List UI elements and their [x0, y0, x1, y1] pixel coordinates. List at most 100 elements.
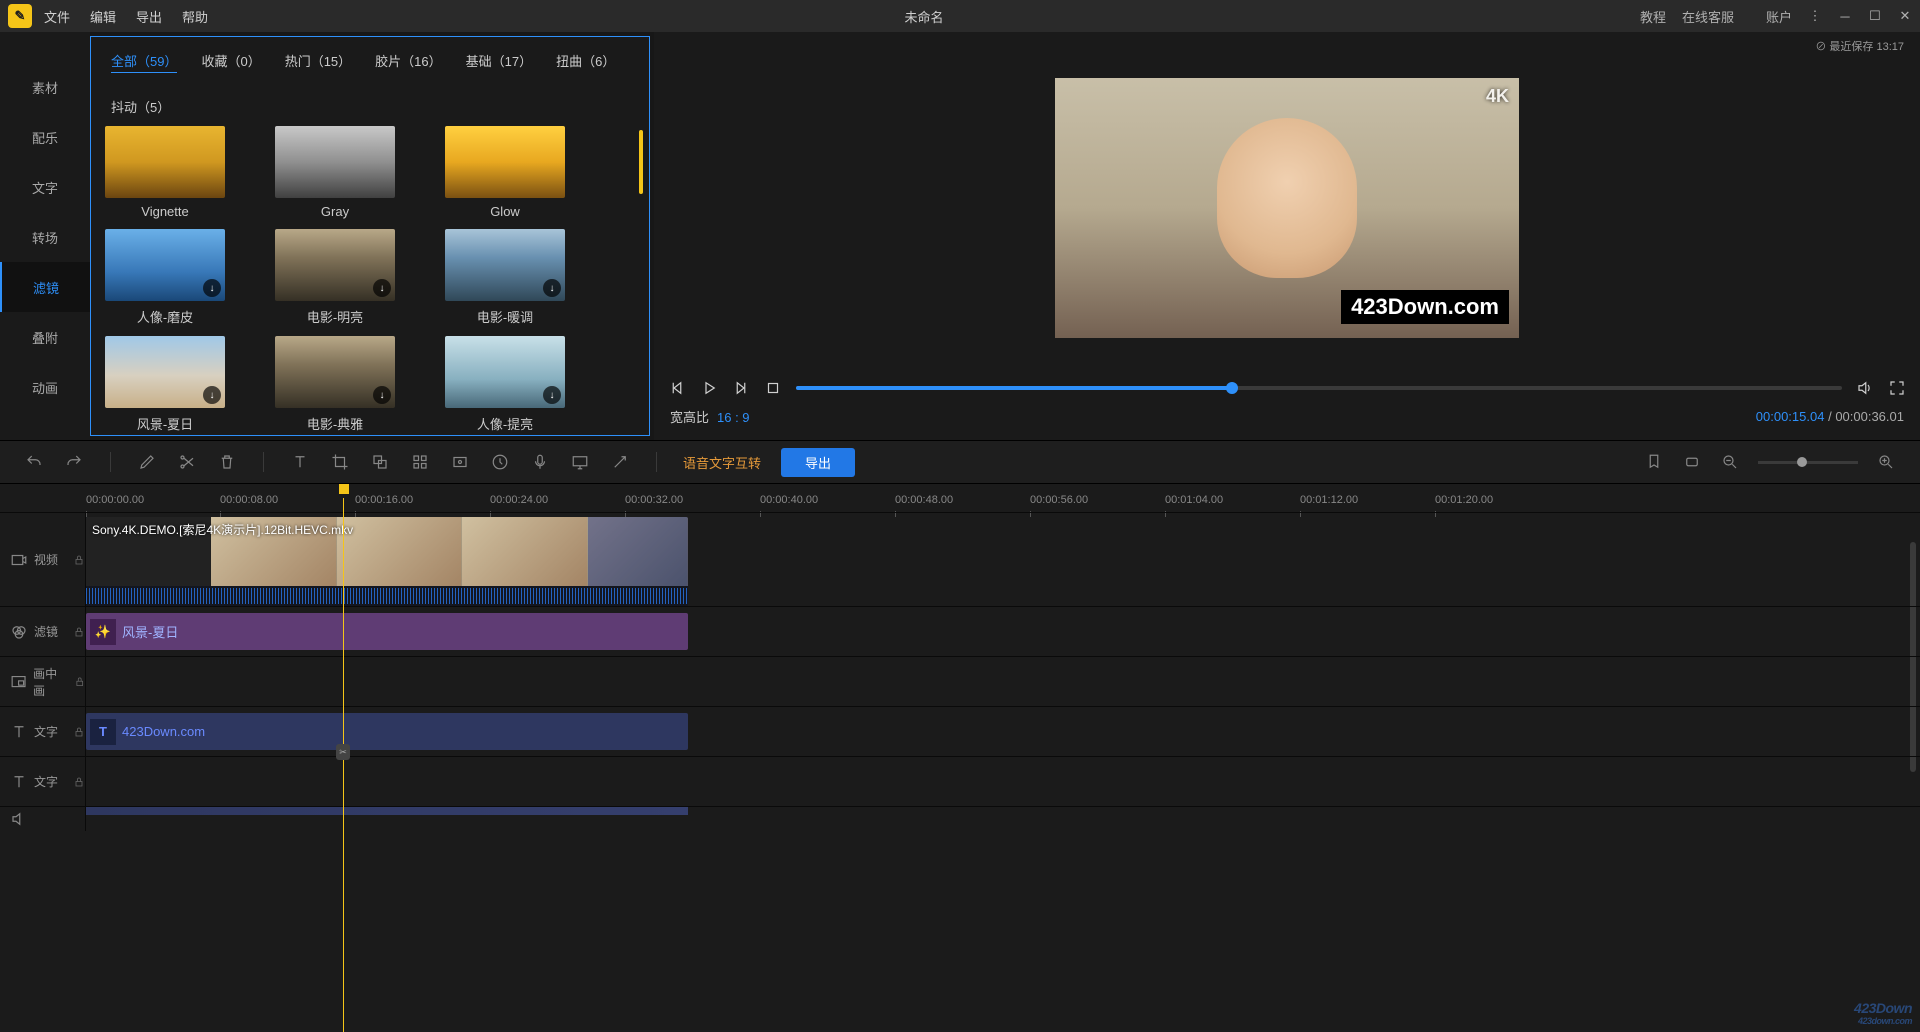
filter-item[interactable]: ↓人像-提亮 — [445, 336, 565, 433]
ruler-tick: 00:00:48.00 — [895, 494, 953, 506]
zoom-slider[interactable] — [1758, 461, 1858, 464]
crop-icon[interactable] — [330, 452, 350, 472]
audio-waveform[interactable] — [86, 586, 688, 606]
fullscreen-icon[interactable] — [1888, 379, 1906, 397]
filter-item[interactable]: ↓人像-磨皮 — [105, 229, 225, 326]
track-text: 文字 T 423Down.com — [0, 706, 1920, 756]
prev-frame-button[interactable] — [668, 379, 686, 397]
link-online-service[interactable]: 在线客服 — [1682, 7, 1734, 26]
zoom-out-icon[interactable] — [1720, 452, 1740, 472]
extra-clip[interactable] — [86, 807, 688, 815]
nav-overlay[interactable]: 叠附 — [0, 312, 90, 362]
last-save-label: ⊘ 最近保存 13:17 — [1815, 38, 1904, 54]
text-tool-icon[interactable] — [290, 452, 310, 472]
tab-favorite[interactable]: 收藏（0） — [201, 51, 260, 73]
record-icon[interactable] — [450, 452, 470, 472]
zoom-in-icon[interactable] — [1876, 452, 1896, 472]
menu-edit[interactable]: 编辑 — [90, 7, 116, 26]
filter-clip[interactable]: ✨ 风景-夏日 — [86, 613, 688, 650]
volume-icon[interactable] — [1856, 379, 1874, 397]
download-icon[interactable]: ↓ — [543, 279, 561, 297]
nav-material[interactable]: 素材 — [0, 62, 90, 112]
edit-icon[interactable] — [137, 452, 157, 472]
voice-text-button[interactable]: 语音文字互转 — [683, 453, 761, 472]
nav-transition[interactable]: 转场 — [0, 212, 90, 262]
preview-video[interactable]: 4K 423Down.com — [668, 42, 1906, 373]
filter-label: 电影-暖调 — [445, 307, 565, 326]
lock-icon[interactable] — [73, 726, 85, 738]
nav-text[interactable]: 文字 — [0, 162, 90, 212]
opacity-icon[interactable] — [370, 452, 390, 472]
filter-label: Gray — [275, 204, 395, 219]
track-label: 画中画 — [33, 665, 67, 699]
more-icon[interactable]: ⋮ — [1808, 9, 1822, 23]
nav-animation[interactable]: 动画 — [0, 362, 90, 412]
download-icon[interactable]: ↓ — [203, 386, 221, 404]
text-track-icon — [10, 773, 28, 791]
menu-file[interactable]: 文件 — [44, 7, 70, 26]
ruler-tick: 00:00:56.00 — [1030, 494, 1088, 506]
delete-icon[interactable] — [217, 452, 237, 472]
split-icon[interactable] — [177, 452, 197, 472]
nav-filter[interactable]: 滤镜 — [0, 262, 90, 312]
link-tutorial[interactable]: 教程 — [1640, 7, 1666, 26]
progress-bar[interactable] — [796, 386, 1842, 390]
track-filter: 滤镜 ✨ 风景-夏日 — [0, 606, 1920, 656]
filter-item[interactable]: Vignette — [105, 126, 225, 219]
maximize-button[interactable]: ☐ — [1868, 9, 1882, 23]
download-icon[interactable]: ↓ — [373, 279, 391, 297]
link-account[interactable]: 账户 — [1766, 7, 1792, 26]
mic-icon[interactable] — [530, 452, 550, 472]
filter-item[interactable]: ↓风景-夏日 — [105, 336, 225, 433]
download-icon[interactable]: ↓ — [543, 386, 561, 404]
filter-grid: Vignette Gray Glow ↓人像-磨皮 ↓电影-明亮 ↓电影-暖调 … — [91, 126, 649, 435]
track-label: 文字 — [34, 723, 58, 740]
lock-icon[interactable] — [73, 776, 85, 788]
next-frame-button[interactable] — [732, 379, 750, 397]
playhead-marker[interactable] — [339, 484, 349, 494]
marker-icon[interactable] — [1644, 452, 1664, 472]
undo-button[interactable] — [24, 452, 44, 472]
playhead-line[interactable] — [343, 498, 344, 1032]
filter-item[interactable]: Glow — [445, 126, 565, 219]
stop-button[interactable] — [764, 379, 782, 397]
screen-icon[interactable] — [570, 452, 590, 472]
download-icon[interactable]: ↓ — [203, 279, 221, 297]
filter-item[interactable]: ↓电影-典雅 — [275, 336, 395, 433]
fit-icon[interactable] — [1682, 452, 1702, 472]
tab-basic[interactable]: 基础（17） — [466, 51, 532, 73]
tab-film[interactable]: 胶片（16） — [375, 51, 441, 73]
tab-shake[interactable]: 抖动（5） — [111, 97, 170, 116]
scissors-icon[interactable]: ✂ — [336, 744, 350, 760]
ruler-tick: 00:01:04.00 — [1165, 494, 1223, 506]
lock-icon[interactable] — [74, 676, 85, 688]
aspect-value[interactable]: 16 : 9 — [717, 410, 750, 425]
filter-item[interactable]: ↓ 电影-暖调 — [445, 229, 565, 326]
nav-music[interactable]: 配乐 — [0, 112, 90, 162]
asset-scrollbar[interactable] — [639, 130, 643, 194]
minimize-button[interactable]: ─ — [1838, 9, 1852, 23]
speed-icon[interactable] — [490, 452, 510, 472]
filter-item[interactable]: Gray — [275, 126, 395, 219]
time-ruler[interactable]: 00:00:00.00 00:00:08.00 00:00:16.00 00:0… — [0, 484, 1920, 512]
tab-distort[interactable]: 扭曲（6） — [556, 51, 615, 73]
tab-all[interactable]: 全部（59） — [111, 51, 177, 73]
play-button[interactable] — [700, 379, 718, 397]
menu-help[interactable]: 帮助 — [182, 7, 208, 26]
timecode-current: 00:00:15.04 — [1756, 409, 1825, 424]
redo-button[interactable] — [64, 452, 84, 472]
enhance-icon[interactable] — [610, 452, 630, 472]
lock-icon[interactable] — [73, 554, 85, 566]
grid-icon[interactable] — [410, 452, 430, 472]
close-button[interactable]: ✕ — [1898, 9, 1912, 23]
download-icon[interactable]: ↓ — [373, 386, 391, 404]
text-clip[interactable]: T 423Down.com — [86, 713, 688, 750]
filter-item[interactable]: ↓电影-明亮 — [275, 229, 395, 326]
tab-hot[interactable]: 热门（15） — [285, 51, 351, 73]
ruler-tick: 00:00:24.00 — [490, 494, 548, 506]
lock-icon[interactable] — [73, 626, 85, 638]
export-button[interactable]: 导出 — [781, 448, 855, 477]
aspect-label: 宽高比 — [670, 410, 709, 425]
filter-panel: 全部（59） 收藏（0） 热门（15） 胶片（16） 基础（17） 扭曲（6） … — [90, 36, 650, 436]
menu-export[interactable]: 导出 — [136, 7, 162, 26]
